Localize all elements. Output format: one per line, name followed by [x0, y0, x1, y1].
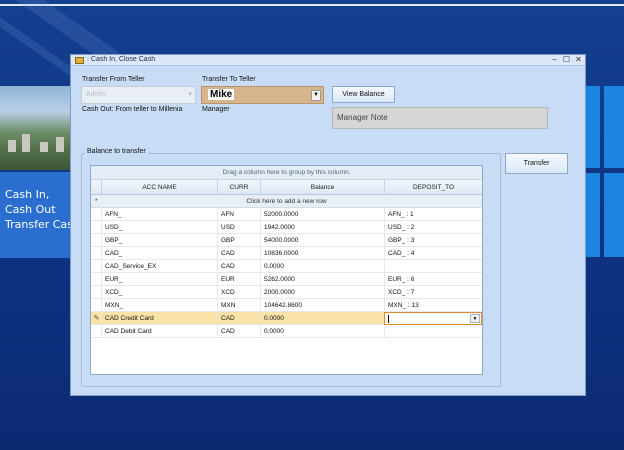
group-by-panel[interactable]: Drag a column here to group by this colu…: [91, 166, 482, 180]
city-photo: [0, 86, 70, 170]
to-teller-label: Transfer To Teller: [202, 76, 256, 83]
cell-deposit-to[interactable]: [384, 260, 482, 273]
cell-curr[interactable]: AFN: [217, 208, 260, 221]
cell-curr[interactable]: CAD: [217, 325, 260, 338]
cell-acc-name[interactable]: CAD Debit Card: [101, 325, 217, 338]
cash-out-info: Cash Out: From teller to Millenia: [82, 106, 183, 113]
cell-curr[interactable]: CAD: [217, 312, 260, 325]
from-teller-label: Transfer From Teller: [82, 76, 145, 83]
cell-acc-name[interactable]: GBP_: [101, 234, 217, 247]
text-caret: [388, 315, 389, 323]
cell-deposit-to[interactable]: MXN_ : 13: [384, 299, 482, 312]
table-row[interactable]: MXN_ MXN 104642.8600 MXN_ : 13: [91, 299, 482, 312]
view-balance-button[interactable]: View Balance: [332, 86, 395, 103]
cell-acc-name[interactable]: EUR_: [101, 273, 217, 286]
cell-balance[interactable]: 54000.0000: [260, 234, 384, 247]
chevron-down-icon[interactable]: ▼: [470, 314, 480, 323]
cell-curr[interactable]: USD: [217, 221, 260, 234]
role-label: Manager: [202, 106, 230, 113]
cell-deposit-to[interactable]: GBP_ : 3: [384, 234, 482, 247]
cell-acc-name[interactable]: MXN_: [101, 299, 217, 312]
cash-in-close-cash-dialog: : Cash In, Close Cash – ☐ ✕ Transfer Fro…: [70, 54, 586, 396]
table-row[interactable]: XCD_ XCD 2000.0000 XCD_ : 7: [91, 286, 482, 299]
cell-deposit-to[interactable]: EUR_ : 6: [384, 273, 482, 286]
cell-acc-name[interactable]: XCD_: [101, 286, 217, 299]
header-indicator: [91, 180, 101, 195]
close-icon[interactable]: ✕: [573, 55, 584, 65]
add-new-row[interactable]: * Click here to add a new row: [91, 195, 482, 208]
cell-curr[interactable]: CAD: [217, 260, 260, 273]
windows-logo-tile: [604, 173, 624, 257]
table-row[interactable]: CAD_Service_EX CAD 0.0000: [91, 260, 482, 273]
column-header-balance[interactable]: Balance: [260, 180, 384, 195]
cell-acc-name[interactable]: AFN_: [101, 208, 217, 221]
cell-acc-name[interactable]: CAD_Service_EX: [101, 260, 217, 273]
from-teller-value: Admin: [86, 91, 106, 98]
cell-acc-name[interactable]: USD_: [101, 221, 217, 234]
side-text-cash-in: Cash In,: [5, 188, 50, 201]
balance-grid[interactable]: Drag a column here to group by this colu…: [90, 165, 483, 375]
window-title: : Cash In, Close Cash: [87, 56, 156, 63]
table-row[interactable]: USD_ USD 1942.0000 USD_ : 2: [91, 221, 482, 234]
window-titlebar[interactable]: : Cash In, Close Cash – ☐ ✕: [71, 55, 585, 66]
table-row[interactable]: CAD_ CAD 10836.0000 CAD_ : 4: [91, 247, 482, 260]
windows-logo-tile: [586, 173, 600, 257]
side-text-cash-out: Cash Out: [5, 203, 56, 216]
edit-pencil-icon: ✎: [93, 315, 100, 322]
chevron-down-icon[interactable]: ▼: [311, 90, 321, 101]
cell-balance[interactable]: 1942.0000: [260, 221, 384, 234]
side-text-transfer-cash: Transfer Cash: [5, 218, 80, 231]
cell-balance[interactable]: 0.0000: [260, 312, 384, 325]
table-row[interactable]: AFN_ AFN 52000.0000 AFN_ : 1: [91, 208, 482, 221]
table-row[interactable]: CAD Debit Card CAD 0.0000: [91, 325, 482, 338]
table-row[interactable]: EUR_ EUR 5262.0000 EUR_ : 6: [91, 273, 482, 286]
from-teller-combo: Admin ▾: [81, 86, 196, 104]
add-new-row-label: Click here to add a new row: [246, 198, 327, 205]
chevron-down-icon: ▾: [188, 91, 192, 98]
table-row[interactable]: GBP_ GBP 54000.0000 GBP_ : 3: [91, 234, 482, 247]
cell-deposit-to[interactable]: USD_ : 2: [384, 221, 482, 234]
cell-balance[interactable]: 0.0000: [260, 325, 384, 338]
to-teller-value: Mike: [208, 89, 235, 100]
column-header-acc-name[interactable]: ACC NAME: [101, 180, 217, 195]
cell-deposit-to[interactable]: XCD_ : 7: [384, 286, 482, 299]
manager-note-field[interactable]: Manager Note: [332, 107, 548, 129]
cell-curr[interactable]: XCD: [217, 286, 260, 299]
manager-note-placeholder: Manager Note: [337, 113, 388, 122]
cell-balance[interactable]: 2000.0000: [260, 286, 384, 299]
windows-logo-tile: [604, 86, 624, 168]
column-header-curr[interactable]: CURR: [217, 180, 260, 195]
cell-curr[interactable]: GBP: [217, 234, 260, 247]
table-row[interactable]: ✎ CAD Credit Card CAD 0.0000 ▼: [91, 312, 482, 325]
grid-header: ACC NAME CURR Balance DEPOSIT_TO: [91, 180, 482, 195]
column-header-deposit-to[interactable]: DEPOSIT_TO: [384, 180, 482, 195]
cell-balance[interactable]: 10836.0000: [260, 247, 384, 260]
cell-balance[interactable]: 52000.0000: [260, 208, 384, 221]
cell-balance[interactable]: 0.0000: [260, 260, 384, 273]
minimize-icon[interactable]: –: [549, 55, 560, 65]
cell-acc-name[interactable]: CAD_: [101, 247, 217, 260]
side-menu-text[interactable]: Cash In, Cash Out Transfer Cash: [5, 187, 80, 232]
cell-deposit-to[interactable]: [384, 325, 482, 338]
transfer-button[interactable]: Transfer: [505, 153, 568, 174]
windows-logo-tile: [586, 86, 600, 168]
cell-balance[interactable]: 5262.0000: [260, 273, 384, 286]
cell-deposit-to[interactable]: AFN_ : 1: [384, 208, 482, 221]
group-title: Balance to transfer: [85, 148, 148, 155]
app-icon: [75, 57, 84, 64]
cell-acc-name[interactable]: CAD Credit Card: [101, 312, 217, 325]
cell-curr[interactable]: CAD: [217, 247, 260, 260]
cell-deposit-to[interactable]: CAD_ : 4: [384, 247, 482, 260]
to-teller-combo[interactable]: Mike ▼: [201, 86, 324, 104]
new-row-asterisk-icon: *: [95, 198, 98, 205]
cell-curr[interactable]: EUR: [217, 273, 260, 286]
desktop-top-line: [0, 4, 624, 6]
cell-curr[interactable]: MXN: [217, 299, 260, 312]
cell-balance[interactable]: 104642.8600: [260, 299, 384, 312]
deposit-to-dropdown-editor[interactable]: ▼: [384, 312, 482, 325]
maximize-icon[interactable]: ☐: [561, 55, 572, 65]
